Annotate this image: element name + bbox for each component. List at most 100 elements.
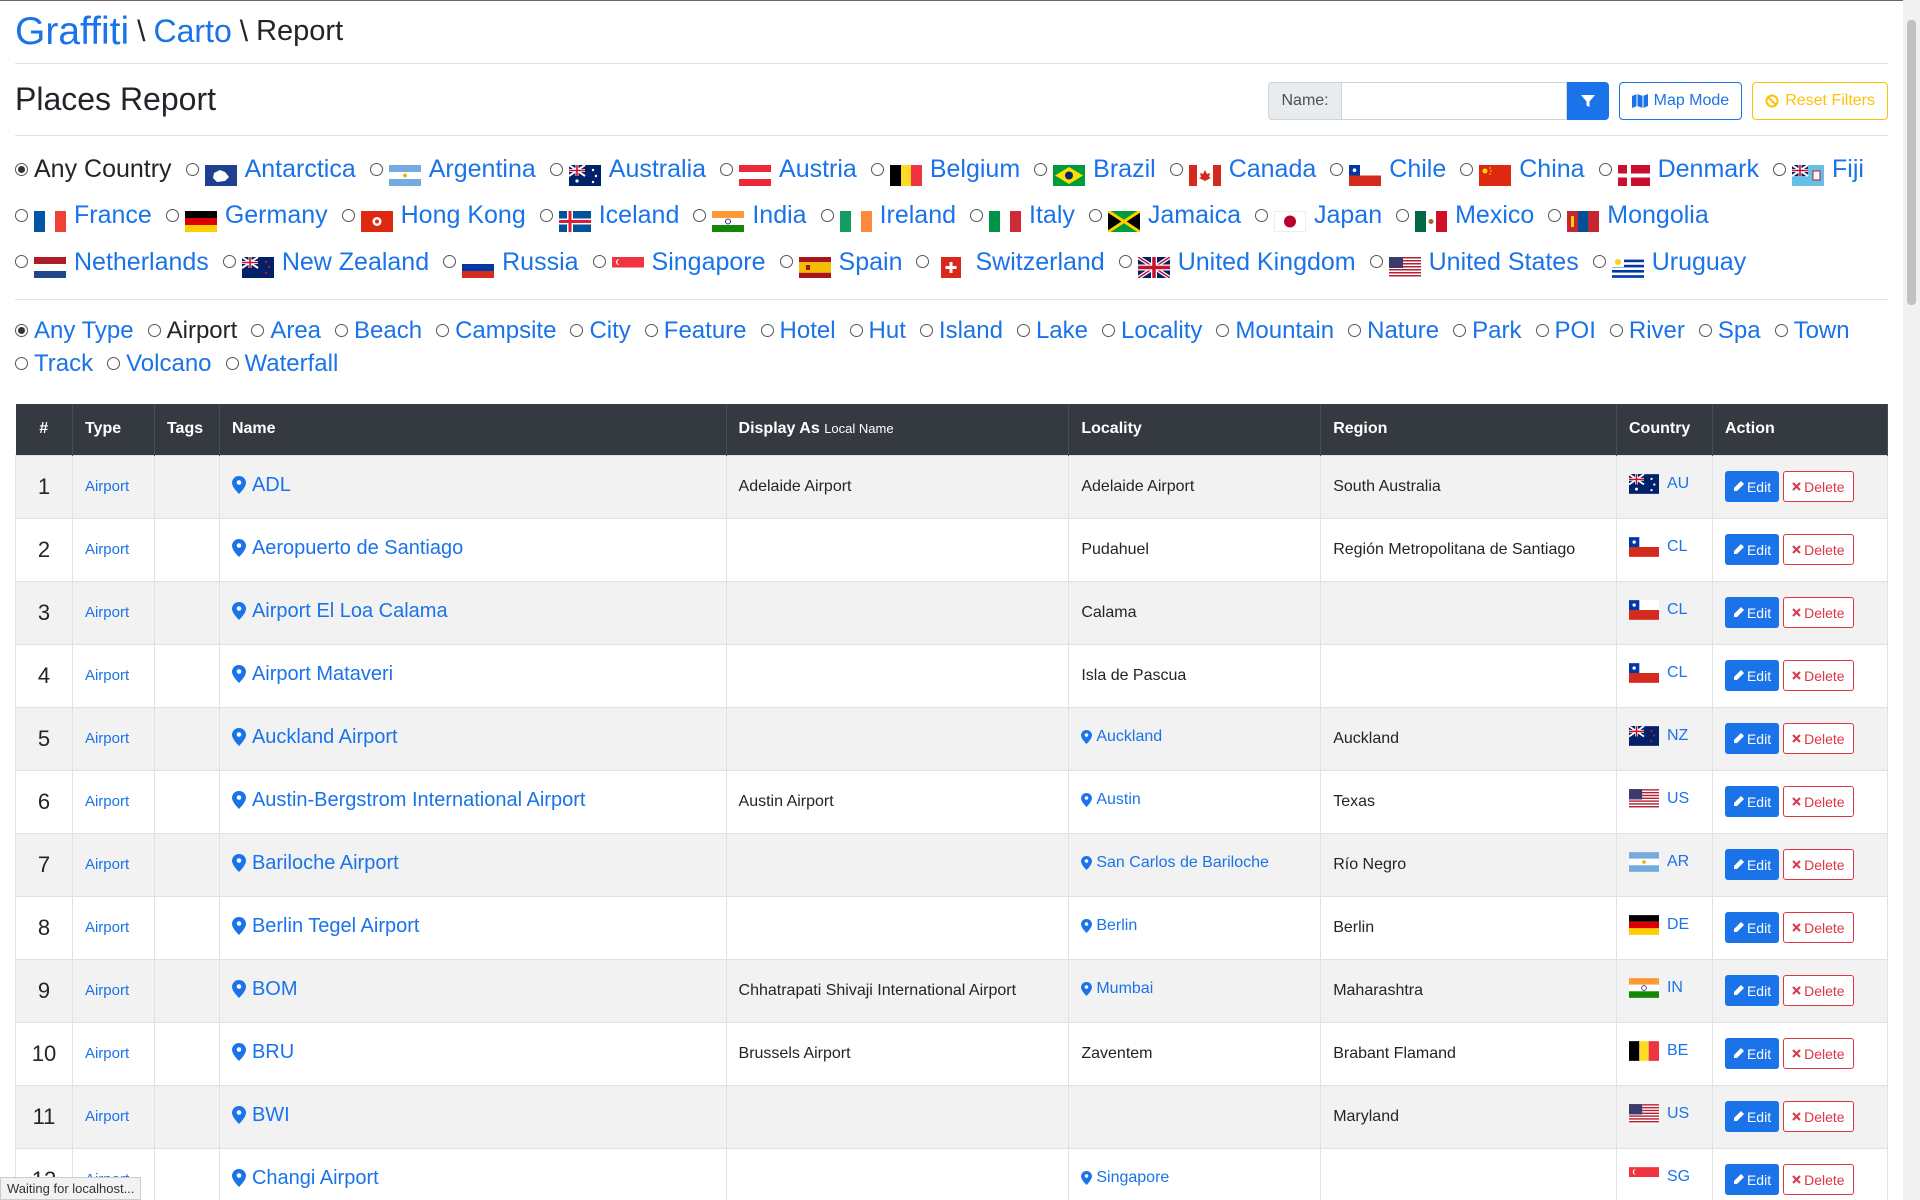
row-name-link[interactable]: Berlin Tegel Airport <box>231 915 419 938</box>
country-option[interactable]: Spain <box>779 239 902 285</box>
country-option[interactable]: Germany <box>165 192 328 238</box>
country-radio[interactable] <box>916 255 930 269</box>
edit-button[interactable]: Edit <box>1724 1101 1780 1132</box>
type-option[interactable]: Island <box>919 314 1003 347</box>
country-option[interactable]: Chile <box>1330 146 1446 192</box>
country-option[interactable]: Mongolia <box>1548 192 1709 238</box>
country-option[interactable]: United States <box>1369 239 1579 285</box>
delete-button[interactable]: Delete <box>1783 534 1854 565</box>
row-name-link[interactable]: BRU <box>231 1041 294 1064</box>
breadcrumb-section-link[interactable]: Carto <box>154 13 232 50</box>
country-radio[interactable] <box>1088 208 1102 222</box>
row-country-link[interactable]: BE <box>1628 1041 1688 1061</box>
country-option[interactable]: Netherlands <box>15 239 209 285</box>
country-radio[interactable] <box>1034 162 1048 176</box>
type-radio[interactable] <box>1348 324 1362 337</box>
row-type-link[interactable]: Airport <box>85 541 129 558</box>
type-radio[interactable] <box>1535 324 1549 337</box>
country-option[interactable]: New Zealand <box>222 239 429 285</box>
row-name-link[interactable]: Aeropuerto de Santiago <box>231 537 463 560</box>
type-radio[interactable] <box>919 324 933 337</box>
row-locality-link[interactable]: Austin <box>1081 791 1141 809</box>
type-option[interactable]: Feature <box>644 314 747 347</box>
country-radio[interactable] <box>1773 162 1786 176</box>
row-locality-link[interactable]: Mumbai <box>1081 980 1153 998</box>
row-name-link[interactable]: Auckland Airport <box>231 726 398 749</box>
country-option[interactable]: Russia <box>443 239 579 285</box>
edit-button[interactable]: Edit <box>1724 534 1780 565</box>
row-country-link[interactable]: US <box>1628 1104 1689 1124</box>
row-country-link[interactable]: AU <box>1628 473 1689 494</box>
row-name-link[interactable]: BWI <box>231 1104 290 1127</box>
delete-button[interactable]: Delete <box>1783 471 1854 502</box>
edit-button[interactable]: Edit <box>1724 723 1780 754</box>
country-radio[interactable] <box>693 208 707 222</box>
country-radio[interactable] <box>369 162 383 176</box>
type-radio[interactable] <box>1016 324 1030 337</box>
row-name-link[interactable]: ADL <box>231 474 291 497</box>
country-radio[interactable] <box>1369 255 1383 269</box>
country-option[interactable]: United Kingdom <box>1118 239 1356 285</box>
edit-button[interactable]: Edit <box>1724 975 1780 1006</box>
type-option[interactable]: City <box>570 314 631 347</box>
type-radio[interactable] <box>1698 324 1712 337</box>
row-type-link[interactable]: Airport <box>85 667 129 684</box>
country-option[interactable]: Any Country <box>15 146 172 192</box>
country-radio[interactable] <box>1118 255 1132 269</box>
type-option[interactable]: Area <box>251 314 321 347</box>
type-option[interactable]: Hut <box>849 314 906 347</box>
type-option[interactable]: Volcano <box>107 347 212 380</box>
country-radio[interactable] <box>1330 162 1344 176</box>
type-radio[interactable] <box>107 357 121 370</box>
country-option[interactable]: Argentina <box>369 146 536 192</box>
type-radio[interactable] <box>15 324 28 337</box>
col-name[interactable]: Name <box>219 404 727 455</box>
edit-button[interactable]: Edit <box>1724 471 1780 502</box>
type-option[interactable]: Hotel <box>760 314 836 347</box>
country-option[interactable]: Mexico <box>1396 192 1534 238</box>
row-country-link[interactable]: DE <box>1628 915 1689 935</box>
edit-button[interactable]: Edit <box>1724 1038 1780 1069</box>
type-option[interactable]: Campsite <box>436 314 556 347</box>
type-option[interactable]: Town <box>1774 314 1850 347</box>
edit-button[interactable]: Edit <box>1724 660 1780 691</box>
type-radio[interactable] <box>849 324 863 337</box>
country-option[interactable]: Jamaica <box>1088 192 1241 238</box>
row-locality-link[interactable]: Auckland <box>1081 728 1162 746</box>
type-option[interactable]: Nature <box>1348 314 1439 347</box>
country-option[interactable]: Austria <box>720 146 857 192</box>
country-radio[interactable] <box>443 255 457 269</box>
country-radio[interactable] <box>222 255 236 269</box>
row-name-link[interactable]: BOM <box>231 978 298 1001</box>
country-option[interactable]: Iceland <box>539 192 679 238</box>
row-locality-link[interactable]: Berlin <box>1081 917 1137 935</box>
country-option[interactable]: France <box>15 192 152 238</box>
type-option[interactable]: Locality <box>1102 314 1202 347</box>
type-radio[interactable] <box>760 324 774 337</box>
type-radio[interactable] <box>225 357 239 370</box>
country-option[interactable]: Denmark <box>1598 146 1759 192</box>
edit-button[interactable]: Edit <box>1724 912 1780 943</box>
row-country-link[interactable]: CL <box>1628 600 1687 620</box>
edit-button[interactable]: Edit <box>1724 597 1780 628</box>
country-radio[interactable] <box>15 255 28 269</box>
row-country-link[interactable]: CL <box>1628 663 1687 683</box>
type-option[interactable]: Any Type <box>15 314 134 347</box>
row-country-link[interactable]: IN <box>1628 978 1683 998</box>
row-country-link[interactable]: NZ <box>1628 725 1688 746</box>
row-country-link[interactable]: CL <box>1628 537 1687 557</box>
edit-button[interactable]: Edit <box>1724 786 1780 817</box>
country-radio[interactable] <box>539 208 553 222</box>
col-type[interactable]: Type <box>72 404 155 455</box>
country-radio[interactable] <box>549 162 563 176</box>
row-name-link[interactable]: Airport Mataveri <box>231 663 393 686</box>
country-option[interactable]: Antarctica <box>185 146 356 192</box>
col-display[interactable]: Display As Local Name <box>726 404 1070 455</box>
row-locality-link[interactable]: San Carlos de Bariloche <box>1081 854 1269 872</box>
delete-button[interactable]: Delete <box>1783 660 1854 691</box>
country-option[interactable]: Brazil <box>1034 146 1156 192</box>
scrollbar-thumb[interactable] <box>1907 20 1916 305</box>
country-radio[interactable] <box>1169 162 1183 176</box>
type-radio[interactable] <box>1453 324 1467 337</box>
type-radio[interactable] <box>1216 324 1230 337</box>
